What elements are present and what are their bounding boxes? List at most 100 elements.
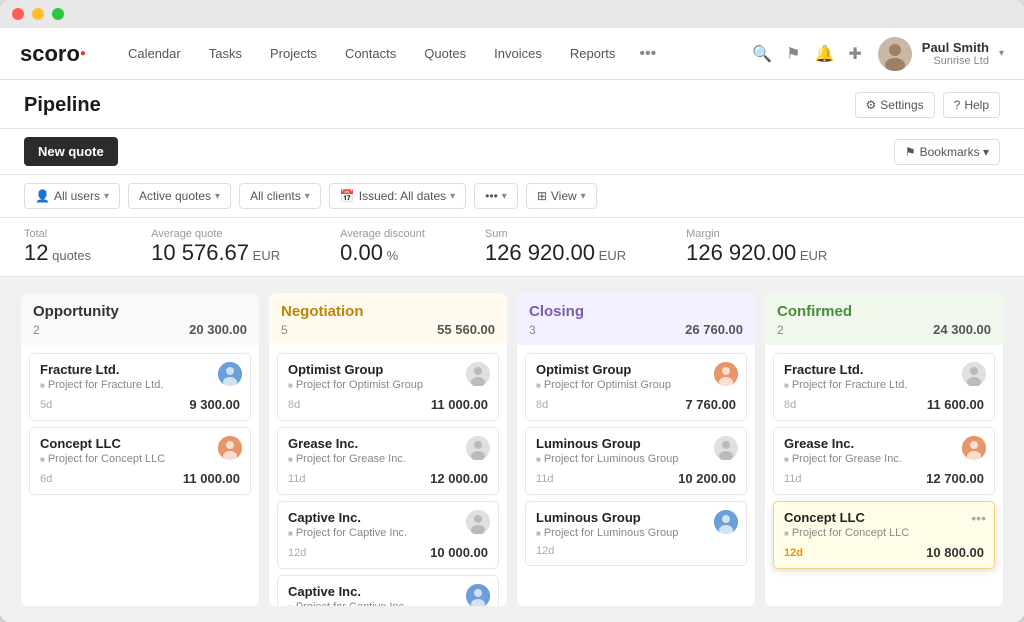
maximize-button[interactable] [52, 8, 64, 20]
card-amount: 9 300.00 [189, 397, 240, 412]
nav-tasks[interactable]: Tasks [197, 40, 254, 67]
card[interactable]: Fracture Ltd.Project for Fracture Ltd.8d… [773, 353, 995, 421]
card-amount: 10 800.00 [926, 545, 984, 560]
stage-cards-closing: Optimist GroupProject for Optimist Group… [517, 345, 755, 606]
card[interactable]: Luminous GroupProject for Luminous Group… [525, 427, 747, 495]
user-chevron-icon: ▾ [999, 48, 1004, 59]
filter-view[interactable]: ⊞ View ▾ [526, 183, 597, 209]
card-amount: 11 000.00 [431, 397, 488, 412]
dropdown-arrow-icon: ▾ [305, 191, 310, 202]
card-days: 11d [288, 473, 306, 485]
card-days: 11d [784, 473, 802, 485]
card[interactable]: Grease Inc.Project for Grease Inc.11d12 … [773, 427, 995, 495]
card[interactable]: Captive Inc.Project for Captive Inc.14d1… [277, 575, 499, 606]
stat-sum: Sum 126 920.00 EUR [485, 228, 626, 266]
stage-closing: Closing326 760.00Optimist GroupProject f… [517, 293, 755, 606]
avatar [218, 436, 242, 460]
card[interactable]: Captive Inc.Project for Captive Inc.12d1… [277, 501, 499, 569]
minimize-button[interactable] [32, 8, 44, 20]
card-amount: 12 700.00 [926, 471, 984, 486]
card-company: Grease Inc. [288, 436, 488, 451]
card[interactable]: Fracture Ltd.Project for Fracture Ltd.5d… [29, 353, 251, 421]
stage-title-negotiation: Negotiation [281, 303, 495, 320]
stage-title-opportunity: Opportunity [33, 303, 247, 320]
card-more-button[interactable]: ••• [971, 510, 986, 526]
stage-title-confirmed: Confirmed [777, 303, 991, 320]
card-days: 8d [536, 399, 548, 411]
nav-projects[interactable]: Projects [258, 40, 329, 67]
card-project: Project for Grease Inc. [288, 453, 488, 465]
filter-more[interactable]: ••• ▾ [474, 183, 518, 209]
stage-count-negotiation: 5 [281, 323, 288, 337]
bookmarks-button[interactable]: ⚑ Bookmarks ▾ [894, 139, 1000, 165]
card-project: Project for Grease Inc. [784, 453, 984, 465]
card-project: Project for Captive Inc. [288, 527, 488, 539]
card[interactable]: Grease Inc. Project for Grease Inc. 11d 12 … [277, 427, 499, 495]
filter-all-clients[interactable]: All clients ▾ [239, 183, 321, 209]
nav-quotes[interactable]: Quotes [412, 40, 478, 67]
page-header: Pipeline ⚙ Settings ? Help [0, 80, 1024, 129]
stat-margin: Margin 126 920.00 EUR [686, 228, 827, 266]
stat-total: Total 12 quotes [24, 228, 91, 266]
card[interactable]: Optimist GroupProject for Optimist Group… [277, 353, 499, 421]
card[interactable]: Luminous GroupProject for Luminous Group… [525, 501, 747, 566]
settings-button[interactable]: ⚙ Settings [855, 92, 935, 118]
dropdown-arrow-icon: ▾ [215, 191, 220, 202]
new-quote-button[interactable]: New quote [24, 137, 118, 166]
nav-contacts[interactable]: Contacts [333, 40, 408, 67]
avatar [466, 584, 490, 606]
card-amount: 11 000.00 [183, 471, 240, 486]
stage-cards-negotiation: Optimist GroupProject for Optimist Group… [269, 345, 507, 606]
stage-confirmed: Confirmed224 300.00Fracture Ltd.Project … [765, 293, 1003, 606]
stage-count-opportunity: 2 [33, 323, 40, 337]
stage-opportunity: Opportunity 2 20 300.00 Fracture Ltd.Projec… [21, 293, 259, 606]
card-company: Fracture Ltd. [40, 362, 240, 377]
card-company: Concept LLC [40, 436, 240, 451]
stage-total-opportunity: 20 300.00 [189, 322, 247, 337]
help-button[interactable]: ? Help [943, 92, 1000, 118]
card-days: 6d [40, 473, 52, 485]
filter-active-quotes[interactable]: Active quotes ▾ [128, 183, 231, 209]
users-icon: 👤 [35, 189, 50, 203]
stat-avg-discount: Average discount 0.00 % [340, 228, 425, 266]
stage-total-confirmed: 24 300.00 [933, 322, 991, 337]
nav-reports[interactable]: Reports [558, 40, 628, 67]
avatar [218, 362, 242, 386]
nav-links: Calendar Tasks Projects Contacts Quotes … [116, 39, 752, 69]
add-icon[interactable]: ✚ [848, 44, 861, 64]
navbar: scoro● Calendar Tasks Projects Contacts … [0, 28, 1024, 80]
card-days: 11d [536, 473, 554, 485]
card-company: Fracture Ltd. [784, 362, 984, 377]
search-icon[interactable]: 🔍 [752, 44, 772, 64]
view-icon: ⊞ [537, 189, 547, 203]
card[interactable]: Optimist GroupProject for Optimist Group… [525, 353, 747, 421]
bell-icon[interactable]: 🔔 [814, 44, 834, 64]
nav-calendar[interactable]: Calendar [116, 40, 193, 67]
nav-more[interactable]: ••• [631, 39, 664, 69]
stage-total-negotiation: 55 560.00 [437, 322, 495, 337]
nav-invoices[interactable]: Invoices [482, 40, 554, 67]
filter-issued[interactable]: 📅 Issued: All dates ▾ [329, 183, 466, 209]
stage-negotiation: Negotiation 5 55 560.00 Optimist GroupProje… [269, 293, 507, 606]
stats-bar: Total 12 quotes Average quote 10 576.67 … [0, 218, 1024, 277]
bookmark-icon: ⚑ [905, 145, 916, 159]
help-icon: ? [954, 98, 961, 112]
user-info[interactable]: Paul Smith Sunrise Ltd ▾ [878, 37, 1004, 71]
avatar [962, 436, 986, 460]
card-company: Luminous Group [536, 510, 736, 525]
card[interactable]: Concept LLCProject for Concept LLC6d11 0… [29, 427, 251, 495]
nav-icons: 🔍 ⚑ 🔔 ✚ [752, 44, 862, 64]
calendar-icon: 📅 [340, 189, 355, 203]
card-days: 8d [784, 399, 796, 411]
card-amount: 12 000.00 [430, 471, 488, 486]
close-button[interactable] [12, 8, 24, 20]
dropdown-arrow-icon: ▾ [581, 191, 586, 202]
highlighted-card[interactable]: •••Concept LLCProject for Concept LLC12d… [773, 501, 995, 569]
content: Pipeline ⚙ Settings ? Help New quote ⚑ B… [0, 80, 1024, 622]
filter-all-users[interactable]: 👤 All users ▾ [24, 183, 120, 209]
card-project: Project for Optimist Group [536, 379, 736, 391]
card-days: 12d [288, 547, 306, 559]
card-days: 8d [288, 399, 300, 411]
stage-cards-opportunity: Fracture Ltd.Project for Fracture Ltd.5d… [21, 345, 259, 606]
bookmark-icon[interactable]: ⚑ [786, 44, 800, 64]
